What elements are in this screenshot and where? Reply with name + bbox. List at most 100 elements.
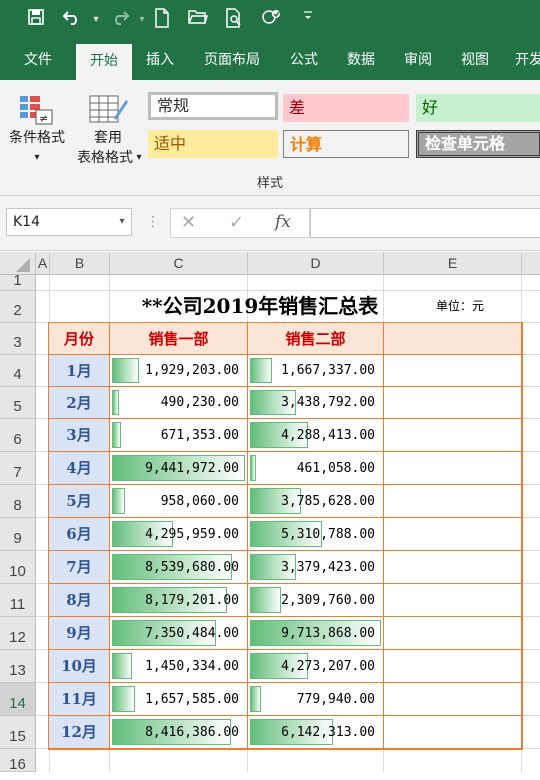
sales-cell-dept1[interactable]: 7,350,484.00: [110, 617, 248, 650]
sales-cell-dept1[interactable]: 671,353.00: [110, 419, 248, 452]
style-good[interactable]: 好: [416, 94, 540, 122]
style-check-cell[interactable]: 检查单元格: [416, 130, 540, 158]
sales-cell-dept2[interactable]: 3,438,792.00: [248, 387, 384, 419]
empty-cell[interactable]: [384, 452, 522, 485]
month-cell[interactable]: 10月: [48, 650, 110, 683]
month-cell[interactable]: 4月: [48, 452, 110, 485]
insert-function-icon[interactable]: fx: [275, 210, 291, 234]
empty-cell[interactable]: [384, 716, 522, 749]
tab-data[interactable]: 数据: [333, 40, 389, 80]
sales-cell-dept1[interactable]: 8,539,680.00: [110, 551, 248, 584]
sales-cell-dept2[interactable]: 1,667,337.00: [248, 355, 384, 387]
undo-icon[interactable]: [60, 8, 84, 33]
month-cell[interactable]: 6月: [48, 518, 110, 551]
touch-mode-icon[interactable]: [260, 8, 284, 35]
month-cell[interactable]: 5月: [48, 485, 110, 518]
column-header-c[interactable]: C: [110, 252, 248, 275]
row-header[interactable]: 12: [0, 617, 36, 650]
print-preview-icon[interactable]: [222, 8, 246, 35]
month-cell[interactable]: 12月: [48, 716, 110, 749]
name-box-dropdown-icon[interactable]: ▾: [112, 208, 132, 236]
sales-cell-dept2[interactable]: 9,713,868.00: [248, 617, 384, 650]
table-format-button[interactable]: 套用 表格格式 ▾: [72, 86, 144, 172]
sales-cell-dept1[interactable]: 1,929,203.00: [110, 355, 248, 387]
open-folder-icon[interactable]: [186, 8, 210, 33]
month-cell[interactable]: 8月: [48, 584, 110, 617]
column-header-b[interactable]: B: [50, 252, 110, 275]
sales-cell-dept1[interactable]: 1,450,334.00: [110, 650, 248, 683]
empty-cell[interactable]: [384, 683, 522, 716]
empty-cell[interactable]: [384, 485, 522, 518]
row-header[interactable]: 9: [0, 518, 36, 551]
sales-cell-dept2[interactable]: 3,785,628.00: [248, 485, 384, 518]
header-dept1[interactable]: 销售一部: [110, 323, 248, 355]
empty-cell[interactable]: [384, 551, 522, 584]
sales-cell-dept1[interactable]: 8,179,201.00: [110, 584, 248, 617]
column-header-a[interactable]: A: [36, 252, 50, 275]
row-header[interactable]: 13: [0, 650, 36, 683]
header-month[interactable]: 月份: [48, 323, 110, 355]
row-header[interactable]: 8: [0, 485, 36, 518]
empty-cell[interactable]: [384, 355, 522, 387]
tab-page-layout[interactable]: 页面布局: [192, 40, 272, 80]
row-header[interactable]: 5: [0, 387, 36, 419]
row-header[interactable]: 6: [0, 419, 36, 452]
row-header[interactable]: 15: [0, 716, 36, 749]
sales-cell-dept2[interactable]: 779,940.00: [248, 683, 384, 716]
month-cell[interactable]: 3月: [48, 419, 110, 452]
empty-cell[interactable]: [384, 419, 522, 452]
sales-cell-dept2[interactable]: 3,379,423.00: [248, 551, 384, 584]
style-normal[interactable]: 常规: [148, 92, 278, 120]
sales-cell-dept1[interactable]: 8,416,386.00: [110, 716, 248, 749]
header-dept2[interactable]: 销售二部: [248, 323, 384, 355]
column-header-f[interactable]: [522, 252, 540, 275]
month-cell[interactable]: 2月: [48, 387, 110, 419]
sales-cell-dept2[interactable]: 5,310,788.00: [248, 518, 384, 551]
sales-cell-dept1[interactable]: 1,657,585.00: [110, 683, 248, 716]
customize-qat-icon[interactable]: [296, 8, 320, 32]
style-neutral[interactable]: 适中: [148, 130, 278, 158]
header-blank[interactable]: [384, 323, 522, 355]
row-header[interactable]: 16: [0, 749, 36, 773]
month-cell[interactable]: 9月: [48, 617, 110, 650]
row-header[interactable]: 11: [0, 584, 36, 617]
style-calculation[interactable]: 计算: [283, 130, 409, 158]
row-header[interactable]: 4: [0, 355, 36, 387]
row-header[interactable]: 1: [0, 273, 36, 291]
empty-cell[interactable]: [384, 518, 522, 551]
splitter-dots-icon[interactable]: ⋮: [146, 210, 160, 234]
sales-cell-dept2[interactable]: 4,273,207.00: [248, 650, 384, 683]
sales-cell-dept2[interactable]: 2,309,760.00: [248, 584, 384, 617]
tab-home[interactable]: 开始: [76, 44, 132, 80]
enter-icon[interactable]: ✓: [229, 211, 244, 235]
tab-file[interactable]: 文件: [10, 40, 66, 80]
sales-cell-dept1[interactable]: 958,060.00: [110, 485, 248, 518]
row-header[interactable]: 14: [0, 683, 36, 716]
save-icon[interactable]: [24, 8, 48, 33]
style-bad[interactable]: 差: [283, 94, 409, 122]
empty-cell[interactable]: [384, 387, 522, 419]
sales-cell-dept1[interactable]: 4,295,959.00: [110, 518, 248, 551]
formula-input[interactable]: [310, 208, 540, 238]
row-header[interactable]: 10: [0, 551, 36, 584]
row-header[interactable]: 2: [0, 291, 36, 323]
row-header[interactable]: 3: [0, 323, 36, 355]
sales-cell-dept2[interactable]: 461,058.00: [248, 452, 384, 485]
tab-insert[interactable]: 插入: [132, 40, 188, 80]
tab-review[interactable]: 审阅: [390, 40, 446, 80]
month-cell[interactable]: 7月: [48, 551, 110, 584]
conditional-format-button[interactable]: ≠ 条件格式 ▾: [4, 86, 70, 172]
empty-cell[interactable]: [384, 617, 522, 650]
sales-cell-dept1[interactable]: 490,230.00: [110, 387, 248, 419]
tab-developer[interactable]: 开发: [504, 40, 540, 80]
row-header[interactable]: 7: [0, 452, 36, 485]
month-cell[interactable]: 1月: [48, 355, 110, 387]
empty-cell[interactable]: [384, 650, 522, 683]
sales-cell-dept2[interactable]: 6,142,313.00: [248, 716, 384, 749]
column-header-e[interactable]: E: [384, 252, 522, 275]
sales-cell-dept1[interactable]: 9,441,972.00: [110, 452, 248, 485]
undo-dropdown-icon[interactable]: ▾: [84, 8, 108, 32]
new-file-icon[interactable]: [150, 8, 174, 35]
cancel-icon[interactable]: ✕: [181, 211, 196, 235]
tab-view[interactable]: 视图: [447, 40, 503, 80]
